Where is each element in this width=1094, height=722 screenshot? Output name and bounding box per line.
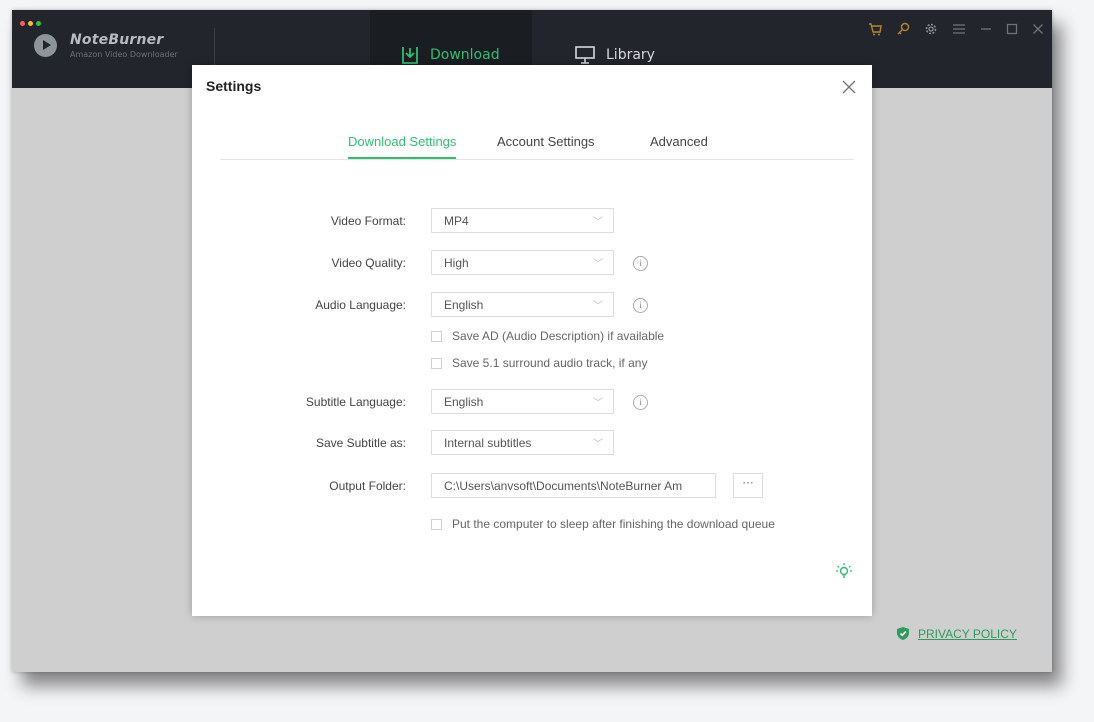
app-logo-icon bbox=[34, 34, 57, 57]
video-quality-value: High bbox=[444, 256, 469, 270]
close-icon[interactable] bbox=[1032, 23, 1044, 35]
tab-account-settings[interactable]: Account Settings bbox=[497, 134, 595, 149]
chevron-down-icon: ﹀ bbox=[593, 398, 603, 409]
tab-download-settings[interactable]: Download Settings bbox=[348, 134, 457, 159]
subtitle-language-value: English bbox=[444, 395, 484, 409]
app-subtitle: Amazon Video Downloader bbox=[70, 50, 178, 59]
download-icon bbox=[402, 47, 418, 64]
key-icon[interactable] bbox=[896, 22, 910, 36]
info-icon[interactable]: i bbox=[633, 395, 648, 410]
lightbulb-icon[interactable] bbox=[835, 561, 853, 581]
zoom-dot[interactable] bbox=[36, 21, 41, 26]
sleep-checkbox[interactable] bbox=[431, 518, 442, 530]
settings-tabs: Download Settings Account Settings Advan… bbox=[220, 131, 854, 160]
library-icon bbox=[575, 46, 595, 64]
window-controls bbox=[868, 22, 1044, 36]
window-traffic-lights bbox=[20, 21, 41, 26]
close-icon[interactable] bbox=[842, 80, 856, 94]
output-folder-input[interactable]: C:\Users\anvsoft\Documents\NoteBurner Am bbox=[431, 473, 716, 498]
menu-icon[interactable] bbox=[952, 23, 966, 35]
tab-library[interactable]: Library bbox=[574, 46, 655, 64]
chevron-down-icon: ﹀ bbox=[593, 259, 603, 270]
output-folder-label: Output Folder: bbox=[329, 479, 406, 493]
browse-folder-button[interactable]: ··· bbox=[733, 473, 763, 498]
sleep-label: Put the computer to sleep after finishin… bbox=[452, 517, 775, 531]
video-format-value: MP4 bbox=[444, 214, 469, 228]
privacy-policy-link[interactable]: PRIVACY POLICY bbox=[896, 626, 1017, 641]
close-dot[interactable] bbox=[20, 21, 25, 26]
video-format-select[interactable]: MP4 ﹀ bbox=[431, 208, 614, 233]
maximize-icon[interactable] bbox=[1006, 23, 1018, 35]
save-subtitle-as-label: Save Subtitle as: bbox=[315, 436, 406, 450]
tab-advanced[interactable]: Advanced bbox=[650, 134, 708, 149]
audio-language-value: English bbox=[444, 298, 484, 312]
chevron-down-icon: ﹀ bbox=[593, 439, 603, 450]
tab-download-label: Download bbox=[430, 47, 500, 63]
video-format-label: Video Format: bbox=[330, 214, 406, 228]
sleep-option[interactable]: Put the computer to sleep after finishin… bbox=[431, 517, 775, 531]
privacy-policy-label: PRIVACY POLICY bbox=[918, 626, 1017, 641]
video-quality-label: Video Quality: bbox=[331, 256, 407, 270]
save-subtitle-as-value: Internal subtitles bbox=[444, 436, 532, 450]
save-ad-label: Save AD (Audio Description) if available bbox=[452, 329, 665, 343]
minimize-icon[interactable] bbox=[980, 23, 992, 35]
save-subtitle-as-select[interactable]: Internal subtitles ﹀ bbox=[431, 430, 614, 455]
minimize-dot[interactable] bbox=[28, 21, 33, 26]
chevron-down-icon: ﹀ bbox=[593, 301, 603, 312]
save-51-option[interactable]: Save 5.1 surround audio track, if any bbox=[431, 356, 647, 370]
subtitle-language-select[interactable]: English ﹀ bbox=[431, 389, 614, 414]
save-51-checkbox[interactable] bbox=[431, 357, 442, 369]
info-icon[interactable]: i bbox=[633, 256, 648, 271]
video-quality-select[interactable]: High ﹀ bbox=[431, 250, 614, 275]
save-ad-option[interactable]: Save AD (Audio Description) if available bbox=[431, 329, 664, 343]
gear-icon[interactable] bbox=[924, 22, 938, 36]
audio-language-label: Audio Language: bbox=[315, 298, 406, 312]
save-51-label: Save 5.1 surround audio track, if any bbox=[452, 356, 648, 370]
subtitle-language-label: Subtitle Language: bbox=[305, 395, 406, 409]
chevron-down-icon: ﹀ bbox=[593, 217, 603, 228]
tab-download[interactable]: Download bbox=[400, 46, 500, 64]
cart-icon[interactable] bbox=[868, 22, 882, 36]
dialog-title: Settings bbox=[206, 78, 262, 94]
info-icon[interactable]: i bbox=[633, 298, 648, 313]
divider bbox=[214, 28, 215, 70]
settings-dialog: Settings Download Settings Account Setti… bbox=[192, 65, 872, 616]
save-ad-checkbox[interactable] bbox=[431, 330, 442, 342]
audio-language-select[interactable]: English ﹀ bbox=[431, 292, 614, 317]
shield-icon bbox=[897, 627, 909, 640]
tab-library-label: Library bbox=[606, 47, 655, 63]
app-name: NoteBurner bbox=[70, 32, 164, 48]
